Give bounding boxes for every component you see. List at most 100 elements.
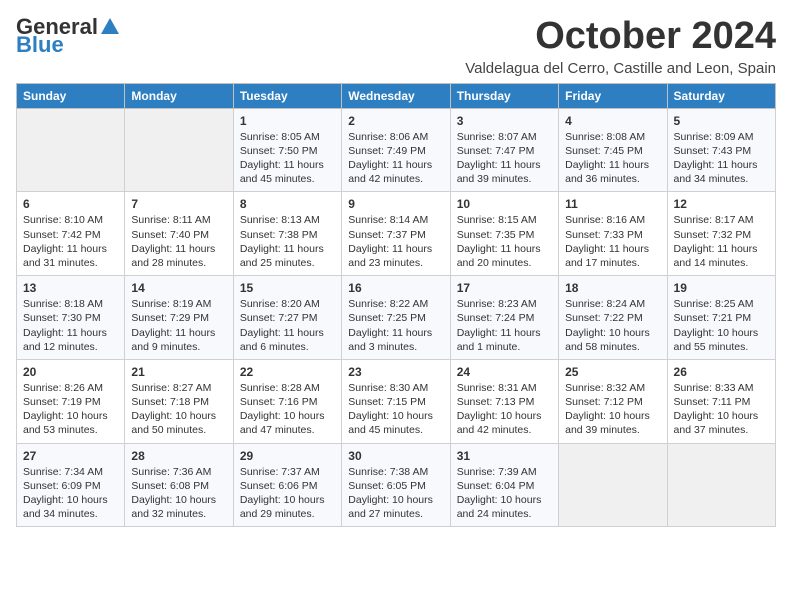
- calendar-cell: 19 Sunrise: 8:25 AM Sunset: 7:21 PM Dayli…: [667, 276, 775, 360]
- day-info: Sunrise: 8:20 AM Sunset: 7:27 PM Dayligh…: [240, 297, 335, 354]
- day-info: Sunrise: 8:08 AM Sunset: 7:45 PM Dayligh…: [565, 130, 660, 187]
- calendar-header-cell: Tuesday: [233, 83, 341, 108]
- day-number: 30: [348, 449, 443, 463]
- day-info: Sunrise: 8:25 AM Sunset: 7:21 PM Dayligh…: [674, 297, 769, 354]
- day-number: 2: [348, 114, 443, 128]
- day-info: Sunrise: 7:36 AM Sunset: 6:08 PM Dayligh…: [131, 465, 226, 522]
- calendar-body: 1 Sunrise: 8:05 AM Sunset: 7:50 PM Daylig…: [17, 108, 776, 526]
- day-info: Sunrise: 7:37 AM Sunset: 6:06 PM Dayligh…: [240, 465, 335, 522]
- calendar-cell: 24 Sunrise: 8:31 AM Sunset: 7:13 PM Dayli…: [450, 359, 558, 443]
- calendar-week-row: 20 Sunrise: 8:26 AM Sunset: 7:19 PM Dayli…: [17, 359, 776, 443]
- day-number: 9: [348, 197, 443, 211]
- calendar-cell: 12 Sunrise: 8:17 AM Sunset: 7:32 PM Dayli…: [667, 192, 775, 276]
- calendar-cell: 17 Sunrise: 8:23 AM Sunset: 7:24 PM Dayli…: [450, 276, 558, 360]
- day-number: 21: [131, 365, 226, 379]
- month-title: October 2024: [465, 16, 776, 58]
- calendar-cell: 9 Sunrise: 8:14 AM Sunset: 7:37 PM Daylig…: [342, 192, 450, 276]
- calendar-cell: 3 Sunrise: 8:07 AM Sunset: 7:47 PM Daylig…: [450, 108, 558, 192]
- day-number: 5: [674, 114, 769, 128]
- calendar-cell: [667, 443, 775, 527]
- day-info: Sunrise: 8:15 AM Sunset: 7:35 PM Dayligh…: [457, 213, 552, 270]
- calendar-table: SundayMondayTuesdayWednesdayThursdayFrid…: [16, 83, 776, 527]
- day-number: 7: [131, 197, 226, 211]
- day-info: Sunrise: 8:17 AM Sunset: 7:32 PM Dayligh…: [674, 213, 769, 270]
- day-number: 15: [240, 281, 335, 295]
- day-info: Sunrise: 8:06 AM Sunset: 7:49 PM Dayligh…: [348, 130, 443, 187]
- day-number: 22: [240, 365, 335, 379]
- day-info: Sunrise: 7:38 AM Sunset: 6:05 PM Dayligh…: [348, 465, 443, 522]
- calendar-week-row: 13Sunrise: 8:18 AM Sunset: 7:30 PM Dayli…: [17, 276, 776, 360]
- calendar-cell: 25 Sunrise: 8:32 AM Sunset: 7:12 PM Dayli…: [559, 359, 667, 443]
- day-number: 3: [457, 114, 552, 128]
- day-info: Sunrise: 8:31 AM Sunset: 7:13 PM Dayligh…: [457, 381, 552, 438]
- day-number: 23: [348, 365, 443, 379]
- day-number: 4: [565, 114, 660, 128]
- calendar-cell: 31 Sunrise: 7:39 AM Sunset: 6:04 PM Dayli…: [450, 443, 558, 527]
- day-number: 27: [23, 449, 118, 463]
- day-number: 17: [457, 281, 552, 295]
- calendar-cell: 27 Sunrise: 7:34 AM Sunset: 6:09 PM Dayli…: [17, 443, 125, 527]
- calendar-cell: 13Sunrise: 8:18 AM Sunset: 7:30 PM Dayli…: [17, 276, 125, 360]
- day-info: Sunrise: 8:23 AM Sunset: 7:24 PM Dayligh…: [457, 297, 552, 354]
- day-info: Sunrise: 7:39 AM Sunset: 6:04 PM Dayligh…: [457, 465, 552, 522]
- calendar-cell: 21 Sunrise: 8:27 AM Sunset: 7:18 PM Dayli…: [125, 359, 233, 443]
- day-info: Sunrise: 8:07 AM Sunset: 7:47 PM Dayligh…: [457, 130, 552, 187]
- day-number: 31: [457, 449, 552, 463]
- calendar-header-cell: Monday: [125, 83, 233, 108]
- day-info: Sunrise: 8:26 AM Sunset: 7:19 PM Dayligh…: [23, 381, 118, 438]
- day-number: 25: [565, 365, 660, 379]
- calendar-header-cell: Sunday: [17, 83, 125, 108]
- calendar-week-row: 1 Sunrise: 8:05 AM Sunset: 7:50 PM Daylig…: [17, 108, 776, 192]
- calendar-week-row: 27 Sunrise: 7:34 AM Sunset: 6:09 PM Dayli…: [17, 443, 776, 527]
- day-number: 18: [565, 281, 660, 295]
- day-info: Sunrise: 8:27 AM Sunset: 7:18 PM Dayligh…: [131, 381, 226, 438]
- calendar-cell: 11Sunrise: 8:16 AM Sunset: 7:33 PM Dayli…: [559, 192, 667, 276]
- calendar-cell: 16Sunrise: 8:22 AM Sunset: 7:25 PM Dayli…: [342, 276, 450, 360]
- calendar-cell: 26 Sunrise: 8:33 AM Sunset: 7:11 PM Dayli…: [667, 359, 775, 443]
- day-info: Sunrise: 8:11 AM Sunset: 7:40 PM Dayligh…: [131, 213, 226, 270]
- day-number: 28: [131, 449, 226, 463]
- day-info: Sunrise: 8:28 AM Sunset: 7:16 PM Dayligh…: [240, 381, 335, 438]
- day-info: Sunrise: 8:24 AM Sunset: 7:22 PM Dayligh…: [565, 297, 660, 354]
- day-info: Sunrise: 8:30 AM Sunset: 7:15 PM Dayligh…: [348, 381, 443, 438]
- day-number: 26: [674, 365, 769, 379]
- calendar-cell: 15 Sunrise: 8:20 AM Sunset: 7:27 PM Dayli…: [233, 276, 341, 360]
- calendar-cell: [17, 108, 125, 192]
- day-info: Sunrise: 8:32 AM Sunset: 7:12 PM Dayligh…: [565, 381, 660, 438]
- calendar-cell: 7 Sunrise: 8:11 AM Sunset: 7:40 PM Daylig…: [125, 192, 233, 276]
- header: General Blue October 2024 Valdelagua del…: [16, 16, 776, 77]
- calendar-header-cell: Saturday: [667, 83, 775, 108]
- day-number: 14: [131, 281, 226, 295]
- calendar-cell: 30 Sunrise: 7:38 AM Sunset: 6:05 PM Dayli…: [342, 443, 450, 527]
- calendar-cell: 6Sunrise: 8:10 AM Sunset: 7:42 PM Daylig…: [17, 192, 125, 276]
- logo-icon: [99, 16, 121, 38]
- calendar-cell: 23 Sunrise: 8:30 AM Sunset: 7:15 PM Dayli…: [342, 359, 450, 443]
- day-number: 12: [674, 197, 769, 211]
- day-info: Sunrise: 7:34 AM Sunset: 6:09 PM Dayligh…: [23, 465, 118, 522]
- day-info: Sunrise: 8:05 AM Sunset: 7:50 PM Dayligh…: [240, 130, 335, 187]
- calendar-cell: 29Sunrise: 7:37 AM Sunset: 6:06 PM Dayli…: [233, 443, 341, 527]
- day-info: Sunrise: 8:09 AM Sunset: 7:43 PM Dayligh…: [674, 130, 769, 187]
- calendar-cell: 2 Sunrise: 8:06 AM Sunset: 7:49 PM Daylig…: [342, 108, 450, 192]
- day-number: 20: [23, 365, 118, 379]
- calendar-cell: 10Sunrise: 8:15 AM Sunset: 7:35 PM Dayli…: [450, 192, 558, 276]
- logo-blue: Blue: [16, 34, 64, 56]
- day-number: 8: [240, 197, 335, 211]
- day-number: 13: [23, 281, 118, 295]
- calendar-cell: 5 Sunrise: 8:09 AM Sunset: 7:43 PM Daylig…: [667, 108, 775, 192]
- day-info: Sunrise: 8:33 AM Sunset: 7:11 PM Dayligh…: [674, 381, 769, 438]
- day-info: Sunrise: 8:19 AM Sunset: 7:29 PM Dayligh…: [131, 297, 226, 354]
- day-number: 11: [565, 197, 660, 211]
- calendar-cell: 20 Sunrise: 8:26 AM Sunset: 7:19 PM Dayli…: [17, 359, 125, 443]
- calendar-week-row: 6Sunrise: 8:10 AM Sunset: 7:42 PM Daylig…: [17, 192, 776, 276]
- calendar-header-cell: Friday: [559, 83, 667, 108]
- day-info: Sunrise: 8:10 AM Sunset: 7:42 PM Dayligh…: [23, 213, 118, 270]
- calendar-cell: 1 Sunrise: 8:05 AM Sunset: 7:50 PM Daylig…: [233, 108, 341, 192]
- day-number: 19: [674, 281, 769, 295]
- day-info: Sunrise: 8:14 AM Sunset: 7:37 PM Dayligh…: [348, 213, 443, 270]
- day-info: Sunrise: 8:13 AM Sunset: 7:38 PM Dayligh…: [240, 213, 335, 270]
- calendar-cell: [125, 108, 233, 192]
- day-number: 24: [457, 365, 552, 379]
- calendar-header-row: SundayMondayTuesdayWednesdayThursdayFrid…: [17, 83, 776, 108]
- day-number: 1: [240, 114, 335, 128]
